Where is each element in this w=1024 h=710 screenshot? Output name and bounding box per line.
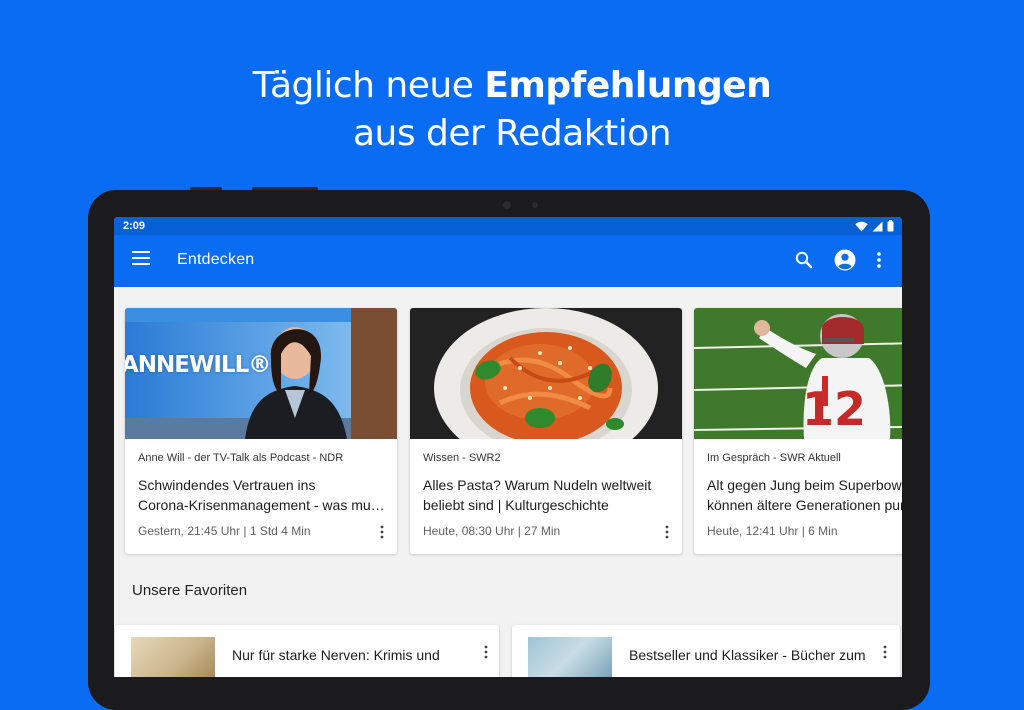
episode-image-anne-will: ANNEWILL® xyxy=(125,308,397,439)
card-source: Wissen - SWR2 xyxy=(423,452,501,464)
favorite-item[interactable]: Bestseller und Klassiker - Bücher zum xyxy=(512,625,900,677)
app-screen: 2:09 Entdecken ANNEWILL® Anne Will - der… xyxy=(114,217,902,677)
card-title: Schwindendes Vertrauen ins Corona-Krisen… xyxy=(138,477,385,513)
tablet-camera xyxy=(503,201,511,209)
more-vert-icon[interactable] xyxy=(874,250,884,270)
card-title: Alt gegen Jung beim Superbowl können ält… xyxy=(707,477,902,513)
card-meta: Heute, 12:41 Uhr | 6 Min xyxy=(707,524,838,538)
promo-line-2: aus der Redaktion xyxy=(352,113,672,154)
promo-headline: Täglich neue Empfehlungen aus der Redakt… xyxy=(0,62,1024,158)
more-vert-icon[interactable] xyxy=(882,645,888,659)
more-vert-icon[interactable] xyxy=(379,525,385,539)
wifi-icon xyxy=(855,221,868,231)
anne-will-logo: ANNEWILL® xyxy=(125,352,271,378)
episode-image-superbowl: 12 xyxy=(694,308,902,439)
signal-icon xyxy=(872,221,883,231)
favorite-title: Bestseller und Klassiker - Bücher zum xyxy=(629,647,866,663)
card-meta: Heute, 08:30 Uhr | 27 Min xyxy=(423,524,561,538)
episode-card[interactable]: 12 Im Gespräch - SWR Aktuell Alt gegen J… xyxy=(694,308,902,554)
card-source: Anne Will - der TV-Talk als Podcast - ND… xyxy=(138,452,344,464)
section-title-favorites: Unsere Favoriten xyxy=(132,582,248,599)
favorite-title: Nur für starke Nerven: Krimis und xyxy=(232,647,440,663)
status-bar: 2:09 xyxy=(114,217,902,235)
favorite-thumbnail xyxy=(131,637,215,677)
card-source: Im Gespräch - SWR Aktuell xyxy=(707,452,841,464)
favorite-thumbnail xyxy=(528,637,612,677)
more-vert-icon[interactable] xyxy=(664,525,670,539)
episode-card[interactable]: Wissen - SWR2 Alles Pasta? Warum Nudeln … xyxy=(410,308,682,554)
tablet-sensor xyxy=(532,202,538,208)
favorite-item[interactable]: Nur für starke Nerven: Krimis und xyxy=(115,625,499,677)
more-vert-icon[interactable] xyxy=(483,645,489,659)
card-meta: Gestern, 21:45 Uhr | 1 Std 4 Min xyxy=(138,524,311,538)
jersey-number: 12 xyxy=(802,382,867,436)
menu-icon[interactable] xyxy=(132,251,150,271)
promo-line-1-regular: Täglich neue xyxy=(252,65,474,106)
promo-line-1-bold: Empfehlungen xyxy=(484,65,772,106)
search-icon[interactable] xyxy=(794,250,814,270)
account-icon[interactable] xyxy=(833,248,857,272)
page-title: Entdecken xyxy=(177,251,255,268)
app-bar: Entdecken xyxy=(114,235,902,287)
status-icons xyxy=(855,220,894,232)
promo-line-1: Täglich neue Empfehlungen xyxy=(0,62,1024,110)
card-title: Alles Pasta? Warum Nudeln weltweit belie… xyxy=(423,477,652,513)
battery-icon xyxy=(887,220,894,232)
episode-image-pasta xyxy=(410,308,682,439)
episode-card[interactable]: ANNEWILL® Anne Will - der TV-Talk als Po… xyxy=(125,308,397,554)
status-time: 2:09 xyxy=(123,220,146,232)
